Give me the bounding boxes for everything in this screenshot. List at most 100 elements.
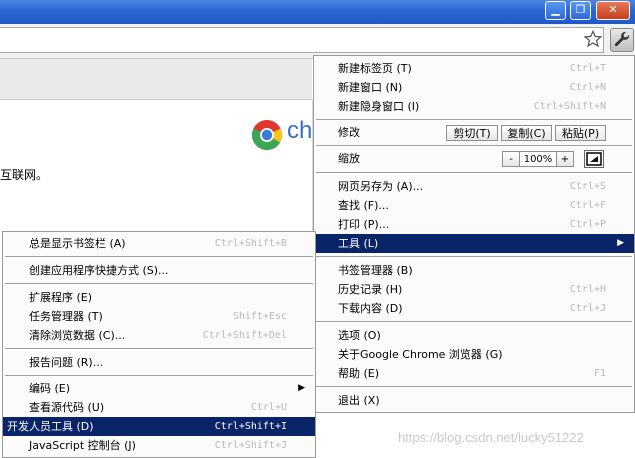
menu-item-save-as[interactable]: 网页另存为 (A)... Ctrl+S: [314, 177, 634, 196]
menu-label: 选项 (O): [338, 329, 381, 342]
star-icon: [583, 29, 603, 48]
menu-shortcut: Ctrl+Shift+I: [214, 421, 287, 432]
menu-shortcut: Shift+Esc: [232, 311, 287, 322]
paste-button[interactable]: 粘贴(P): [555, 125, 606, 141]
close-icon: ✕: [608, 3, 618, 16]
page-logo-text: ch: [287, 117, 313, 144]
menu-shortcut: Ctrl+Shift+Del: [202, 330, 287, 341]
menu-item-print[interactable]: 打印 (P)... Ctrl+P: [314, 215, 634, 234]
menu-shortcut: Ctrl+S: [569, 181, 606, 192]
menu-label: 新建隐身窗口 (I): [338, 100, 420, 113]
menu-shortcut: Ctrl+U: [250, 402, 287, 413]
menu-label: 书签管理器 (B): [338, 264, 413, 277]
menu-separator: [5, 348, 313, 350]
wrench-menu-button[interactable]: [610, 28, 634, 52]
page-header-band: [0, 59, 312, 100]
zoom-in-button[interactable]: +: [556, 151, 574, 167]
address-bar[interactable]: [0, 27, 604, 53]
chrome-logo-icon: [252, 120, 282, 151]
menu-separator: [316, 145, 632, 147]
menu-label: 关于Google Chrome 浏览器 (G): [338, 348, 503, 361]
menu-item-options[interactable]: 选项 (O): [314, 326, 634, 345]
menu-row-edit: 修改 剪切(T) 复制(C) 粘贴(P): [314, 123, 634, 144]
menu-label: 查找 (F)...: [338, 199, 389, 212]
window-titlebar: ▁ ❐ ✕: [0, 0, 635, 24]
cut-button[interactable]: 剪切(T): [446, 125, 498, 141]
browser-toolbar: [0, 24, 635, 59]
submenu-item-create-shortcuts[interactable]: 创建应用程序快捷方式 (S)...: [3, 261, 315, 280]
zoom-out-button[interactable]: -: [502, 151, 520, 167]
submenu-item-report-issue[interactable]: 报告问题 (R)...: [3, 353, 315, 372]
menu-label: 工具 (L): [338, 237, 379, 250]
menu-label: 编码 (E): [29, 382, 71, 395]
menu-item-exit[interactable]: 退出 (X): [314, 391, 634, 410]
menu-item-history[interactable]: 历史记录 (H) Ctrl+H: [314, 280, 634, 299]
menu-shortcut: Ctrl+P: [569, 219, 606, 230]
menu-label: JavaScript 控制台 (J): [29, 439, 136, 452]
menu-item-help[interactable]: 帮助 (E) F1: [314, 364, 634, 383]
submenu-item-view-source[interactable]: 查看源代码 (U) Ctrl+U: [3, 398, 315, 417]
menu-item-new-incognito[interactable]: 新建隐身窗口 (I) Ctrl+Shift+N: [314, 97, 634, 116]
fullscreen-icon: [586, 152, 602, 166]
zoom-value: 100%: [520, 151, 556, 167]
menu-separator: [5, 256, 313, 258]
edit-label: 修改: [338, 126, 360, 139]
menu-shortcut: Ctrl+Shift+N: [533, 101, 606, 112]
submenu-arrow-icon: ▶: [617, 238, 624, 248]
menu-label: 任务管理器 (T): [29, 310, 103, 323]
menu-separator: [316, 321, 632, 323]
bookmark-star-button[interactable]: [582, 27, 604, 51]
submenu-item-developer-tools[interactable]: 开发人员工具 (D) Ctrl+Shift+I: [3, 417, 315, 436]
zoom-label: 缩放: [338, 152, 360, 165]
menu-separator: [316, 119, 632, 121]
menu-shortcut: Ctrl+J: [569, 303, 606, 314]
menu-item-new-window[interactable]: 新建窗口 (N) Ctrl+N: [314, 78, 634, 97]
menu-label: 新建标签页 (T): [338, 62, 412, 75]
menu-item-about[interactable]: 关于Google Chrome 浏览器 (G): [314, 345, 634, 364]
menu-label: 总是显示书签栏 (A): [29, 237, 126, 250]
menu-separator: [5, 375, 313, 377]
tools-submenu: 总是显示书签栏 (A) Ctrl+Shift+B 创建应用程序快捷方式 (S)..…: [2, 231, 316, 458]
close-button[interactable]: ✕: [596, 1, 630, 20]
menu-item-downloads[interactable]: 下载内容 (D) Ctrl+J: [314, 299, 634, 318]
watermark-text: https://blog.csdn.net/lucky51222: [398, 430, 584, 445]
menu-label: 打印 (P)...: [338, 218, 390, 231]
minimize-button[interactable]: ▁: [545, 1, 566, 20]
copy-button[interactable]: 复制(C): [501, 125, 552, 141]
menu-label: 新建窗口 (N): [338, 81, 403, 94]
menu-shortcut: F1: [593, 368, 606, 379]
menu-item-new-tab[interactable]: 新建标签页 (T) Ctrl+T: [314, 59, 634, 78]
submenu-item-clear-data[interactable]: 清除浏览数据 (C)... Ctrl+Shift+Del: [3, 326, 315, 345]
menu-shortcut: Ctrl+Shift+B: [214, 238, 287, 249]
submenu-item-show-bookmarks-bar[interactable]: 总是显示书签栏 (A) Ctrl+Shift+B: [3, 234, 315, 253]
fullscreen-button[interactable]: [584, 150, 604, 168]
menu-separator: [316, 256, 632, 258]
submenu-item-encoding[interactable]: 编码 (E) ▶: [3, 379, 315, 398]
menu-item-find[interactable]: 查找 (F)... Ctrl+F: [314, 196, 634, 215]
page-text: 互联网。: [0, 168, 49, 182]
restore-icon: ❐: [575, 3, 586, 16]
menu-shortcut: Ctrl+Shift+J: [214, 440, 287, 451]
restore-button[interactable]: ❐: [570, 1, 591, 20]
menu-label: 报告问题 (R)...: [29, 356, 104, 369]
menu-shortcut: Ctrl+N: [569, 82, 606, 93]
submenu-arrow-icon: ▶: [298, 383, 305, 393]
menu-label: 创建应用程序快捷方式 (S)...: [29, 264, 169, 277]
menu-item-bookmark-manager[interactable]: 书签管理器 (B): [314, 261, 634, 280]
submenu-item-js-console[interactable]: JavaScript 控制台 (J) Ctrl+Shift+J: [3, 436, 315, 455]
submenu-item-extensions[interactable]: 扩展程序 (E): [3, 288, 315, 307]
menu-separator: [316, 386, 632, 388]
wrench-menu: 新建标签页 (T) Ctrl+T 新建窗口 (N) Ctrl+N 新建隐身窗口 (I…: [313, 55, 635, 413]
menu-label: 扩展程序 (E): [29, 291, 93, 304]
menu-label: 查看源代码 (U): [29, 401, 105, 414]
wrench-icon: [614, 31, 630, 47]
menu-row-zoom: 缩放 - 100% +: [314, 149, 634, 170]
menu-label: 开发人员工具 (D): [7, 420, 94, 433]
menu-separator: [5, 283, 313, 285]
submenu-item-task-manager[interactable]: 任务管理器 (T) Shift+Esc: [3, 307, 315, 326]
menu-label: 清除浏览数据 (C)...: [29, 329, 126, 342]
menu-item-tools[interactable]: 工具 (L) ▶: [314, 234, 634, 253]
menu-shortcut: Ctrl+H: [569, 284, 606, 295]
menu-shortcut: Ctrl+F: [569, 200, 606, 211]
menu-label: 帮助 (E): [338, 367, 380, 380]
